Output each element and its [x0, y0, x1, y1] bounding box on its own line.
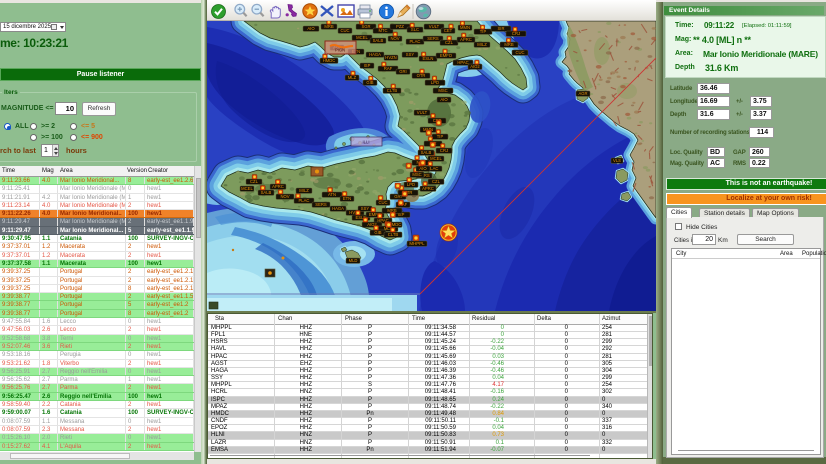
svg-text:MRB: MRB	[324, 24, 334, 29]
svg-text:SLC: SLC	[411, 27, 419, 32]
svg-text:CZL: CZL	[250, 179, 259, 184]
svg-text:CRJ: CRJ	[512, 31, 520, 36]
svg-text:CUC: CUC	[515, 50, 524, 55]
svg-text:SGR: SGR	[361, 24, 370, 29]
svg-text:VULT: VULT	[429, 24, 440, 29]
svg-text:MHPPL: MHPPL	[409, 241, 425, 246]
svg-text:HAGA: HAGA	[332, 206, 344, 211]
svg-text:APRC: APRC	[422, 186, 434, 191]
svg-text:AIO: AIO	[419, 166, 427, 171]
svg-text:SALB: SALB	[421, 150, 432, 155]
svg-text:VULT: VULT	[417, 110, 428, 115]
svg-text:LPD: LPD	[407, 182, 415, 187]
svg-text:CET: CET	[444, 28, 453, 33]
svg-text:PLAC: PLAC	[410, 39, 421, 44]
svg-text:SERS: SERS	[315, 202, 327, 207]
svg-text:MCEL: MCEL	[241, 186, 253, 191]
svg-text:PLAC: PLAC	[299, 198, 310, 203]
svg-text:CZL: CZL	[445, 40, 454, 45]
svg-text:TIP: TIP	[437, 134, 444, 139]
svg-text:AIO: AIO	[440, 97, 448, 102]
svg-text:AIO: AIO	[307, 26, 315, 31]
svg-text:SERS: SERS	[427, 36, 439, 41]
svg-text:HAGA: HAGA	[369, 52, 381, 57]
svg-text:HPAC: HPAC	[457, 60, 468, 65]
svg-text:APRC: APRC	[272, 184, 284, 189]
svg-text:MMN: MMN	[460, 25, 470, 30]
svg-text:AGR: AGR	[578, 91, 587, 96]
svg-text:CUC: CUC	[378, 200, 387, 205]
svg-text:PIGN: PIGN	[335, 48, 345, 53]
svg-text:MCEL: MCEL	[430, 156, 442, 161]
svg-text:EMFO: EMFO	[440, 53, 453, 58]
svg-text:MILZ: MILZ	[299, 188, 309, 193]
svg-text:RAF: RAF	[384, 66, 393, 71]
svg-text:ISP: ISP	[364, 63, 371, 68]
svg-text:CLTB: CLTB	[388, 232, 399, 237]
svg-text:CRJ: CRJ	[440, 148, 448, 153]
svg-text:ETN: ETN	[343, 196, 351, 201]
svg-text:SIR: SIR	[498, 26, 505, 31]
svg-text:GRI: GRI	[399, 69, 406, 74]
svg-text:VLS: VLS	[613, 158, 621, 163]
svg-text:ILLI: ILLI	[363, 140, 370, 145]
svg-text:GIB: GIB	[366, 80, 373, 85]
svg-text:HMDC: HMDC	[323, 58, 336, 63]
svg-text:NOV: NOV	[280, 194, 289, 199]
svg-text:PZZ: PZZ	[396, 24, 404, 29]
svg-text:SSY: SSY	[406, 52, 415, 57]
svg-text:OTR: OTR	[417, 73, 426, 78]
svg-text:TIP: TIP	[480, 29, 487, 34]
svg-text:MSC: MSC	[438, 88, 447, 93]
svg-text:MLD: MLD	[349, 258, 358, 263]
svg-text:HVZN: HVZN	[385, 55, 396, 60]
svg-text:LPD: LPD	[431, 80, 439, 85]
svg-text:CZL: CZL	[432, 179, 441, 184]
svg-text:ESLN: ESLN	[423, 56, 434, 61]
svg-text:CUC: CUC	[340, 28, 349, 33]
svg-text:SALB: SALB	[261, 190, 272, 195]
svg-text:NOV: NOV	[390, 36, 399, 41]
svg-text:MSC: MSC	[412, 172, 421, 177]
svg-text:MILZ: MILZ	[477, 42, 487, 47]
svg-text:SALB: SALB	[373, 38, 384, 43]
svg-text:ATN: ATN	[328, 192, 336, 197]
svg-text:MTC: MTC	[378, 28, 387, 33]
svg-text:APRC: APRC	[460, 37, 472, 42]
svg-text:MRB: MRB	[504, 42, 514, 47]
svg-text:GIB: GIB	[374, 230, 381, 235]
svg-text:MLZ: MLZ	[348, 75, 357, 80]
svg-text:CLTB: CLTB	[387, 88, 398, 93]
svg-text:SSY: SSY	[361, 206, 370, 211]
svg-text:AIO2: AIO2	[470, 64, 480, 69]
svg-text:MCEL: MCEL	[356, 35, 368, 40]
